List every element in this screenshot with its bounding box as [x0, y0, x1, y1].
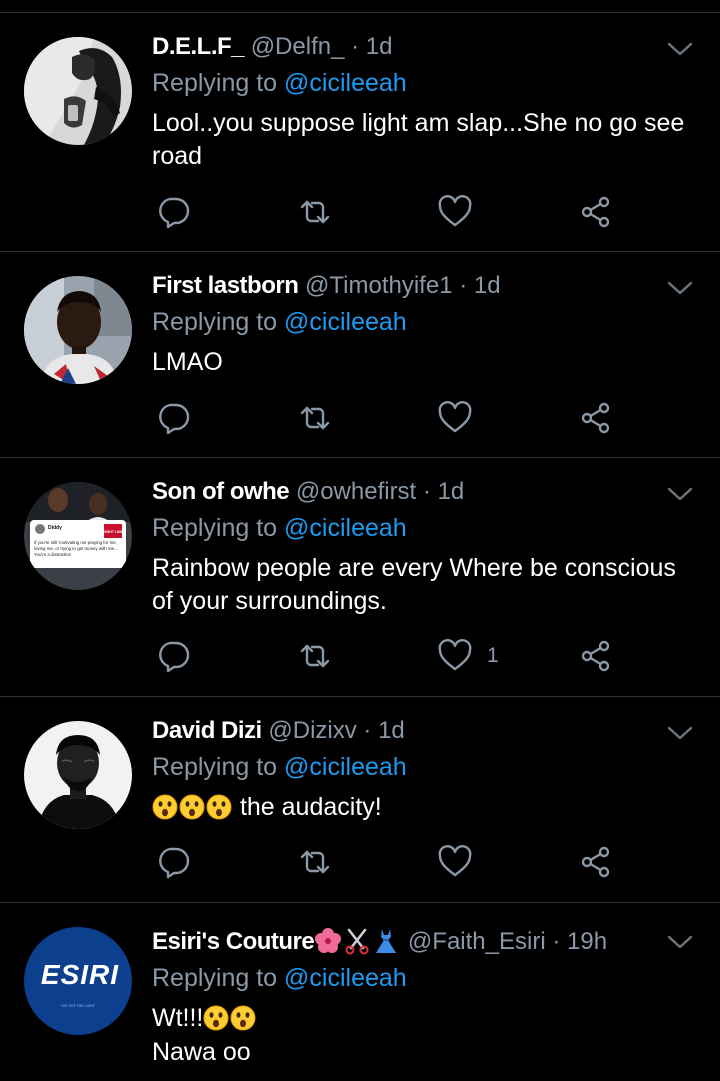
- tweet-reply[interactable]: David Dizi @Dizixv · 1d Replying to @cic…: [0, 697, 720, 903]
- avatar-tagline: I'VE GOT THE LIGHT: [61, 1004, 96, 1008]
- tweet-text-line: Nawa oo: [152, 1038, 251, 1066]
- share-icon[interactable]: [578, 844, 614, 880]
- replying-to: Replying to @cicileeah: [152, 306, 407, 338]
- mention-link[interactable]: @cicileeah: [284, 514, 407, 542]
- avatar[interactable]: ESIRI I'VE GOT THE LIGHT: [24, 927, 132, 1035]
- avatar-tweet-badge: RIGHT LINE: [103, 530, 123, 534]
- reply-icon[interactable]: [155, 844, 191, 880]
- tweet-reply[interactable]: ESIRI I'VE GOT THE LIGHT Esiri's Couture…: [0, 903, 720, 1081]
- astonished-face-emoji: [230, 1005, 256, 1031]
- astonished-face-emoji: [206, 794, 232, 820]
- replying-to: Replying to @cicileeah: [152, 67, 407, 99]
- tweet-reply[interactable]: First lastborn @Timothyife1 · 1d Replyin…: [0, 252, 720, 458]
- astonished-face-emoji: [203, 1005, 229, 1031]
- replying-prefix: Replying to: [152, 69, 278, 97]
- user-handle[interactable]: @owhefirst: [296, 478, 416, 505]
- avatar[interactable]: [24, 276, 132, 384]
- tweet-reply[interactable]: Diddy RIGHT LINE If you're still 'motiva…: [0, 458, 720, 697]
- replying-prefix: Replying to: [152, 308, 278, 336]
- reply-icon[interactable]: [155, 400, 191, 436]
- tweet-text-row: the audacity!: [152, 791, 702, 824]
- avatar[interactable]: [24, 37, 132, 145]
- retweet-icon[interactable]: [297, 844, 333, 880]
- avatar-tweet-text: If you're still 'motivating me praying f…: [34, 540, 118, 557]
- tweet-header: D.E.L.F_ @Delfn_ · 1d: [152, 31, 392, 63]
- dress-emoji: [376, 929, 397, 953]
- tweet-header: Son of owhe @owhefirst · 1d: [152, 476, 464, 508]
- user-handle[interactable]: @Dizixv: [268, 717, 356, 744]
- mention-link[interactable]: @cicileeah: [284, 964, 407, 992]
- replying-to: Replying to @cicileeah: [152, 512, 407, 544]
- mention-link[interactable]: @cicileeah: [284, 753, 407, 781]
- tweet-text: Lool..you suppose light am slap...She no…: [152, 109, 685, 170]
- tweet-text: Rainbow people are every Where be consci…: [152, 554, 676, 615]
- share-icon[interactable]: [578, 400, 614, 436]
- astonished-face-emoji: [179, 794, 205, 820]
- replying-prefix: Replying to: [152, 753, 278, 781]
- tweet-text-line: Wt!!!: [152, 1004, 204, 1032]
- timestamp[interactable]: 1d: [378, 717, 405, 744]
- chevron-down-icon[interactable]: [666, 723, 694, 743]
- share-icon[interactable]: [578, 638, 614, 674]
- display-name[interactable]: David Dizi: [152, 717, 262, 744]
- avatar[interactable]: Diddy RIGHT LINE If you're still 'motiva…: [24, 482, 132, 590]
- tweet-header: David Dizi @Dizixv · 1d: [152, 715, 405, 747]
- replying-prefix: Replying to: [152, 964, 278, 992]
- like-icon[interactable]: [437, 400, 473, 436]
- scissors-emoji: [345, 928, 369, 955]
- like-icon[interactable]: [437, 194, 473, 230]
- timestamp[interactable]: 1d: [366, 33, 393, 60]
- like-icon[interactable]: [437, 638, 473, 674]
- reply-icon[interactable]: [155, 194, 191, 230]
- replying-prefix: Replying to: [152, 514, 278, 542]
- display-name[interactable]: Son of owhe: [152, 478, 290, 505]
- chevron-down-icon[interactable]: [666, 39, 694, 59]
- chevron-down-icon[interactable]: [666, 278, 694, 298]
- like-icon[interactable]: [437, 844, 473, 880]
- tweet-header: Esiri's Couture @Faith_Esiri · 19h: [152, 926, 607, 958]
- avatar[interactable]: [24, 721, 132, 829]
- like-count: 1: [487, 644, 499, 667]
- share-icon[interactable]: [578, 194, 614, 230]
- reply-icon[interactable]: [155, 638, 191, 674]
- avatar-logo-text: ESIRI: [41, 959, 119, 990]
- separator-dot: ·: [422, 478, 431, 505]
- tweet-text: the audacity!: [239, 793, 382, 821]
- timestamp[interactable]: 1d: [438, 478, 465, 505]
- mention-link[interactable]: @cicileeah: [284, 308, 407, 336]
- user-handle[interactable]: @Timothyife1: [305, 272, 453, 299]
- separator-dot: ·: [552, 928, 561, 955]
- mention-link[interactable]: @cicileeah: [284, 69, 407, 97]
- astonished-face-emoji: [152, 794, 178, 820]
- display-name[interactable]: First lastborn: [152, 272, 299, 299]
- display-name[interactable]: Esiri's Couture: [152, 928, 315, 955]
- user-handle[interactable]: @Faith_Esiri: [408, 928, 546, 955]
- retweet-icon[interactable]: [297, 194, 333, 230]
- separator-dot: ·: [363, 717, 372, 744]
- timestamp[interactable]: 19h: [567, 928, 607, 955]
- chevron-down-icon[interactable]: [666, 932, 694, 952]
- tweet-text: LMAO: [152, 348, 223, 376]
- retweet-icon[interactable]: [297, 638, 333, 674]
- chevron-down-icon[interactable]: [666, 484, 694, 504]
- tweet-header: First lastborn @Timothyife1 · 1d: [152, 270, 501, 302]
- separator-dot: ·: [459, 272, 468, 299]
- timestamp[interactable]: 1d: [474, 272, 501, 299]
- tweet-reply[interactable]: D.E.L.F_ @Delfn_ · 1d Replying to @cicil…: [0, 13, 720, 252]
- retweet-icon[interactable]: [297, 400, 333, 436]
- replying-to: Replying to @cicileeah: [152, 962, 407, 994]
- user-handle[interactable]: @Delfn_: [251, 33, 345, 60]
- tweet-text-row: Wt!!!: [152, 1002, 702, 1035]
- avatar-tweet-name: Diddy: [48, 525, 62, 531]
- replying-to: Replying to @cicileeah: [152, 751, 407, 783]
- separator-dot: ·: [351, 33, 360, 60]
- hibiscus-emoji: [315, 928, 342, 953]
- display-name[interactable]: D.E.L.F_: [152, 33, 245, 60]
